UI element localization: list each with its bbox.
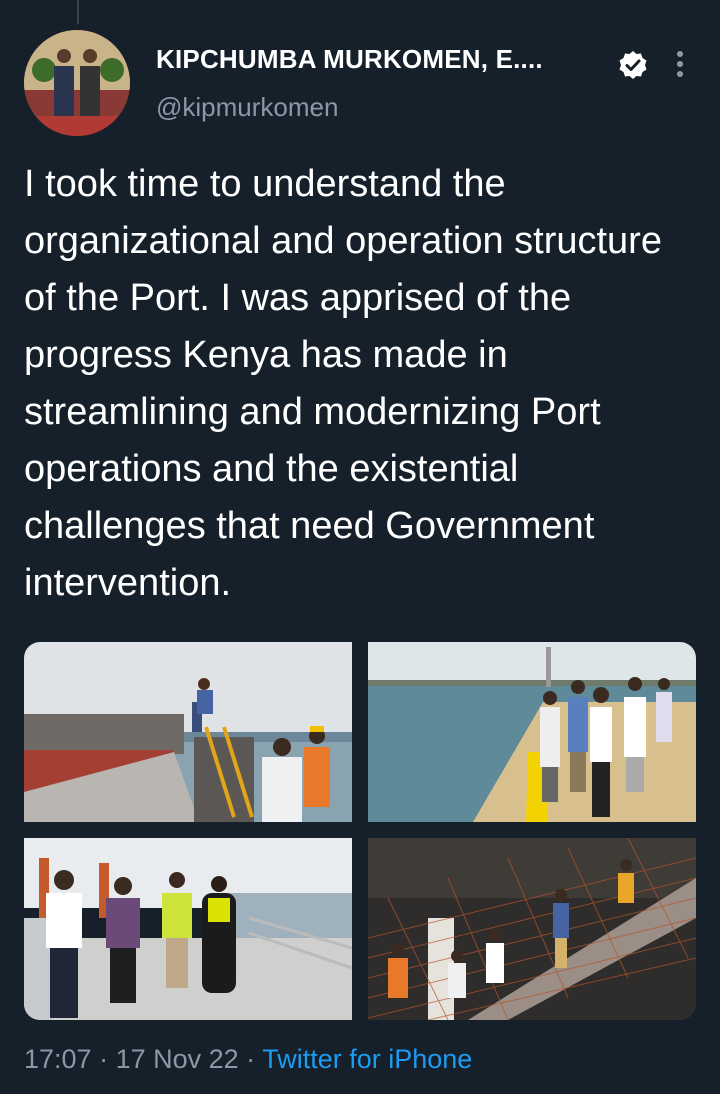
- tweet-time[interactable]: 17:07: [24, 1044, 92, 1074]
- tweet-source-link[interactable]: Twitter for iPhone: [262, 1044, 472, 1074]
- author-display-name[interactable]: KIPCHUMBA MURKOMEN, E....: [156, 44, 543, 75]
- meta-separator: ·: [91, 1044, 116, 1074]
- author-handle[interactable]: @kipmurkomen: [156, 92, 338, 123]
- thread-connector-line: [77, 0, 79, 24]
- tweet-photo-3[interactable]: [24, 838, 352, 1020]
- tweet-photo-1[interactable]: [24, 642, 352, 822]
- verified-badge-icon: [619, 51, 647, 79]
- avatar[interactable]: [24, 30, 130, 136]
- tweet-metadata: 17:07 · 17 Nov 22 · Twitter for iPhone: [24, 1044, 472, 1075]
- tweet-photo-2[interactable]: [368, 642, 696, 822]
- tweet-photo-4[interactable]: [368, 838, 696, 1020]
- more-options-icon[interactable]: [668, 46, 692, 82]
- meta-separator: ·: [238, 1044, 263, 1074]
- tweet-date[interactable]: 17 Nov 22: [116, 1044, 239, 1074]
- tweet-text: I took time to understand the organizati…: [24, 163, 662, 604]
